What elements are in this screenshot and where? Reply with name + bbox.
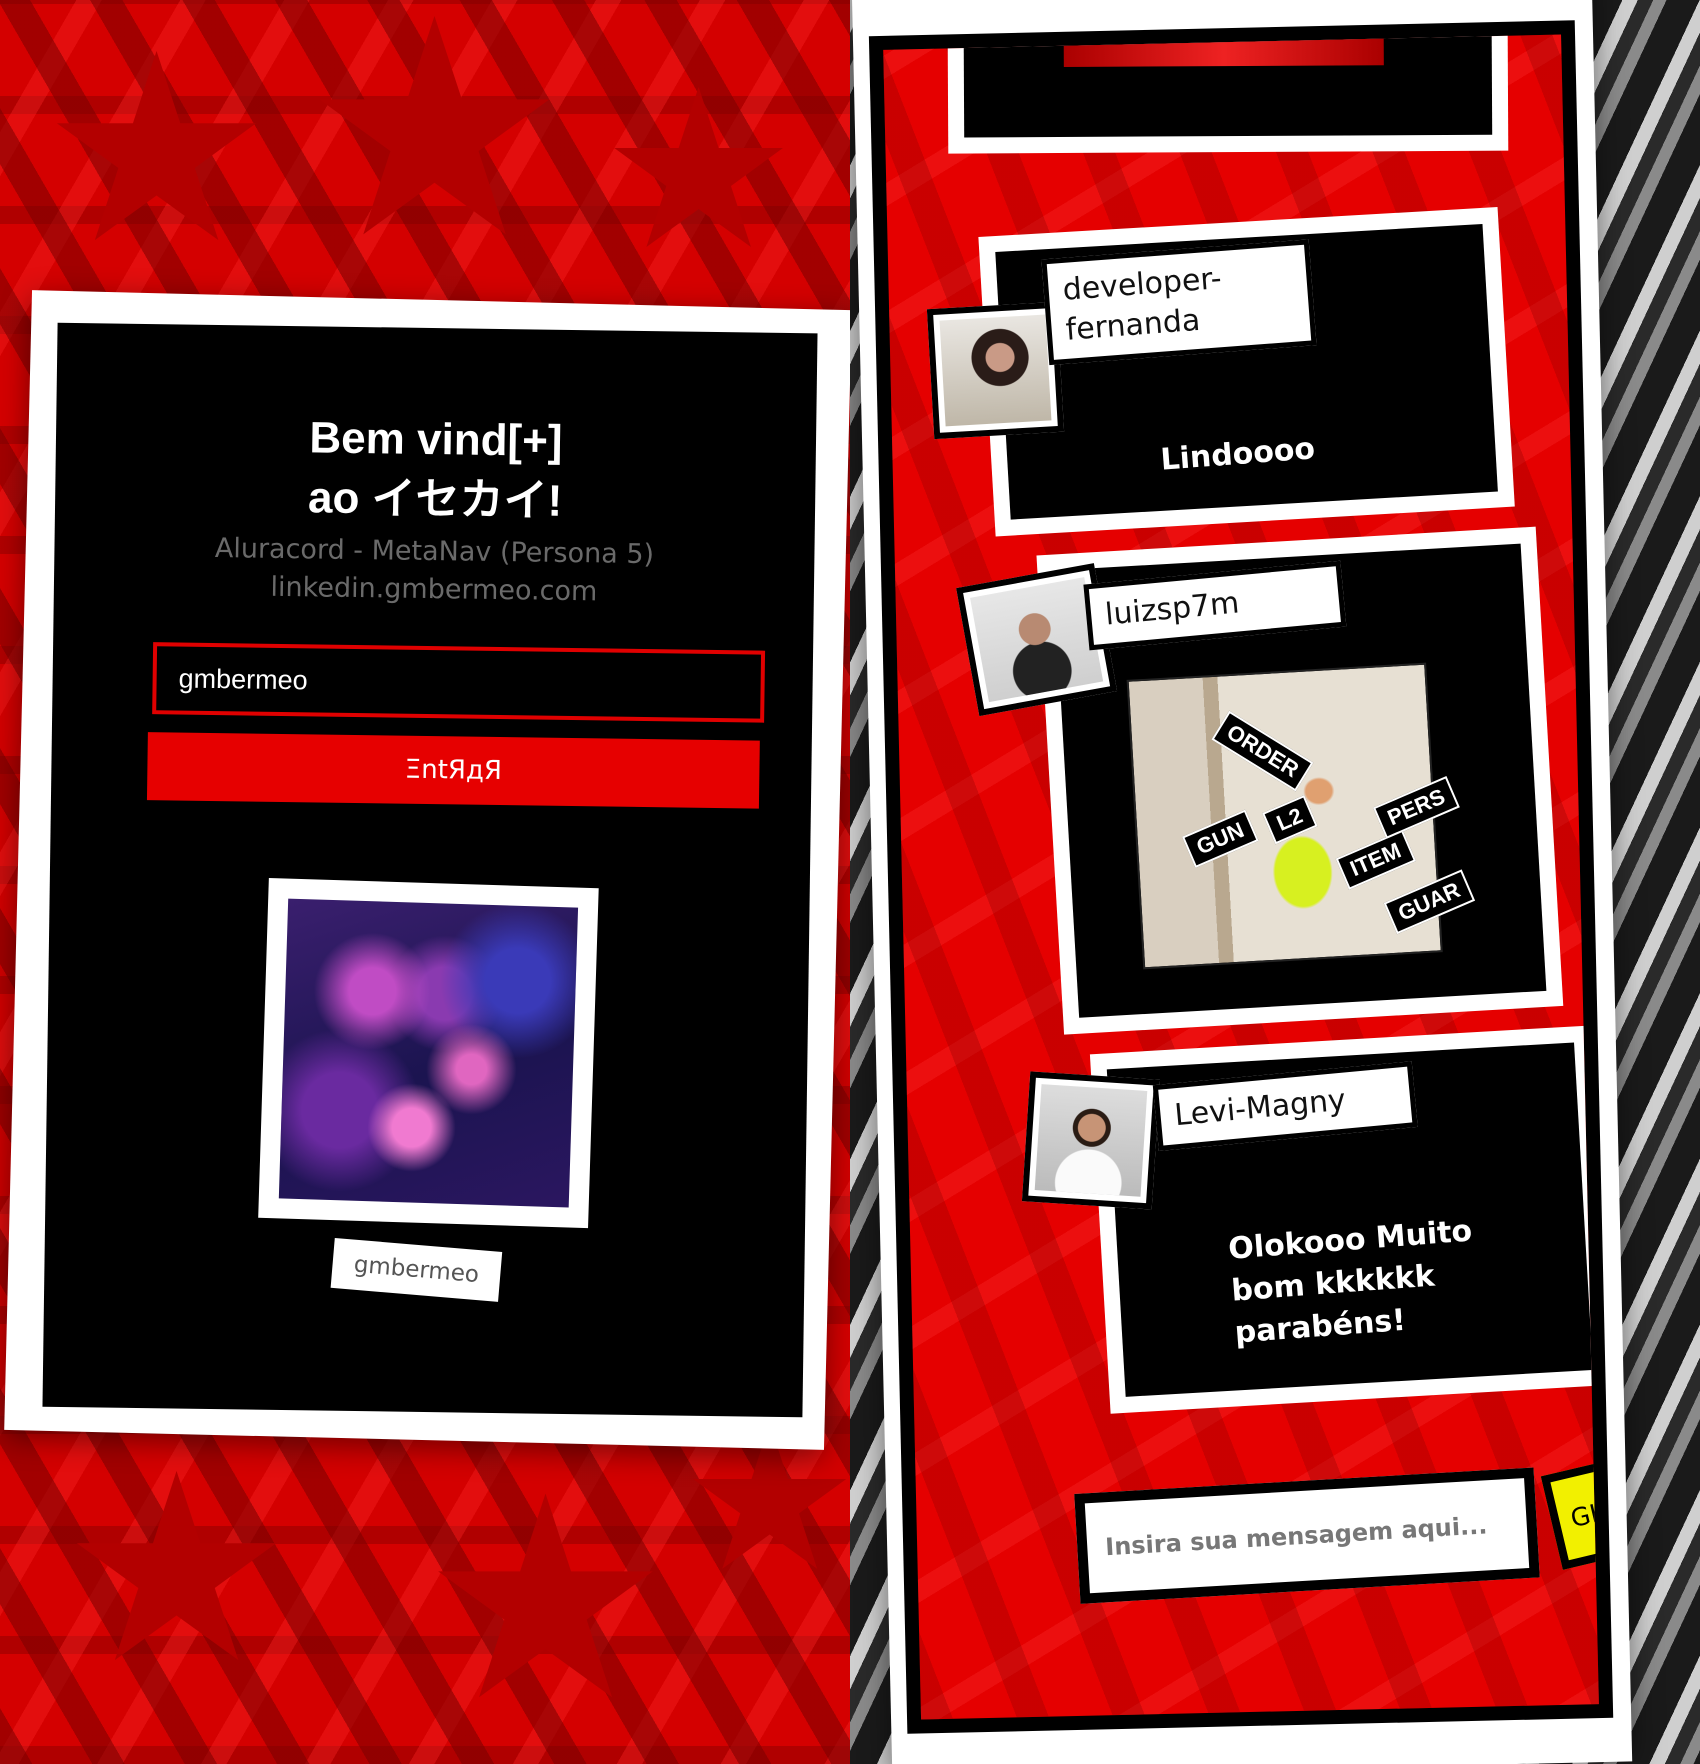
avatar-photo: [970, 577, 1104, 703]
login-screen: ★ ★ ★ ★ ★ ★ Bem vind[+] ao イセカイ! Aluraco…: [0, 0, 850, 1764]
gif-image: ORDER L2 GUN ITEM PERS GUAR: [1126, 662, 1475, 970]
login-form: Bem vind[+] ao イセカイ! Aluracord - MetaNav…: [42, 322, 818, 1418]
chat-screen: developer-fernanda Lindoooo luizsp7m ORD…: [850, 0, 1700, 1764]
message-list[interactable]: developer-fernanda Lindoooo luizsp7m ORD…: [883, 34, 1599, 1720]
chat-window: developer-fernanda Lindoooo luizsp7m ORD…: [851, 0, 1633, 1764]
message-text: Olokooo Muito bom kkkkkk parabéns!: [1227, 1211, 1480, 1355]
enter-button[interactable]: ΞntЯдЯ: [146, 732, 760, 809]
welcome-title-line1: Bem vind[+]: [309, 413, 563, 466]
welcome-title-line2: ao イセカイ!: [307, 473, 563, 526]
star-decoration-icon: ★: [300, 0, 569, 304]
login-card: Bem vind[+] ao イセカイ! Aluracord - MetaNav…: [4, 290, 850, 1450]
welcome-title: Bem vind[+] ao イセカイ!: [55, 405, 817, 536]
gif-label: L2: [1262, 795, 1318, 845]
app-subtitle: Aluracord - MetaNav (Persona 5) linkedin…: [54, 528, 815, 615]
user-avatar: [278, 898, 579, 1208]
message-input[interactable]: [1074, 1467, 1540, 1604]
message-avatar[interactable]: [926, 301, 1065, 440]
avatar-photo: [1034, 1084, 1148, 1197]
message-body: [963, 34, 1493, 138]
user-avatar-frame: [258, 877, 599, 1229]
star-decoration-icon: ★: [600, 42, 798, 298]
chat-border: developer-fernanda Lindoooo luizsp7m ORD…: [868, 20, 1614, 1734]
message-avatar[interactable]: [1021, 1071, 1161, 1210]
message-author: developer-fernanda: [1041, 239, 1317, 366]
gif-label: ITEM: [1335, 829, 1416, 890]
username-input[interactable]: [152, 642, 766, 723]
star-decoration-icon: ★: [60, 1419, 294, 1721]
gif-image-previous: [1063, 34, 1384, 67]
gif-label: GUN: [1181, 809, 1259, 868]
gif-label: ORDER: [1211, 710, 1314, 792]
star-decoration-icon: ★: [40, 0, 274, 301]
avatar-username-label: gmbermeo: [330, 1237, 503, 1302]
star-decoration-icon: ★: [420, 1437, 672, 1763]
message-card-previous: [947, 34, 1509, 154]
gifs-button[interactable]: GIFS: [1540, 1454, 1599, 1570]
avatar-photo: [939, 314, 1052, 427]
